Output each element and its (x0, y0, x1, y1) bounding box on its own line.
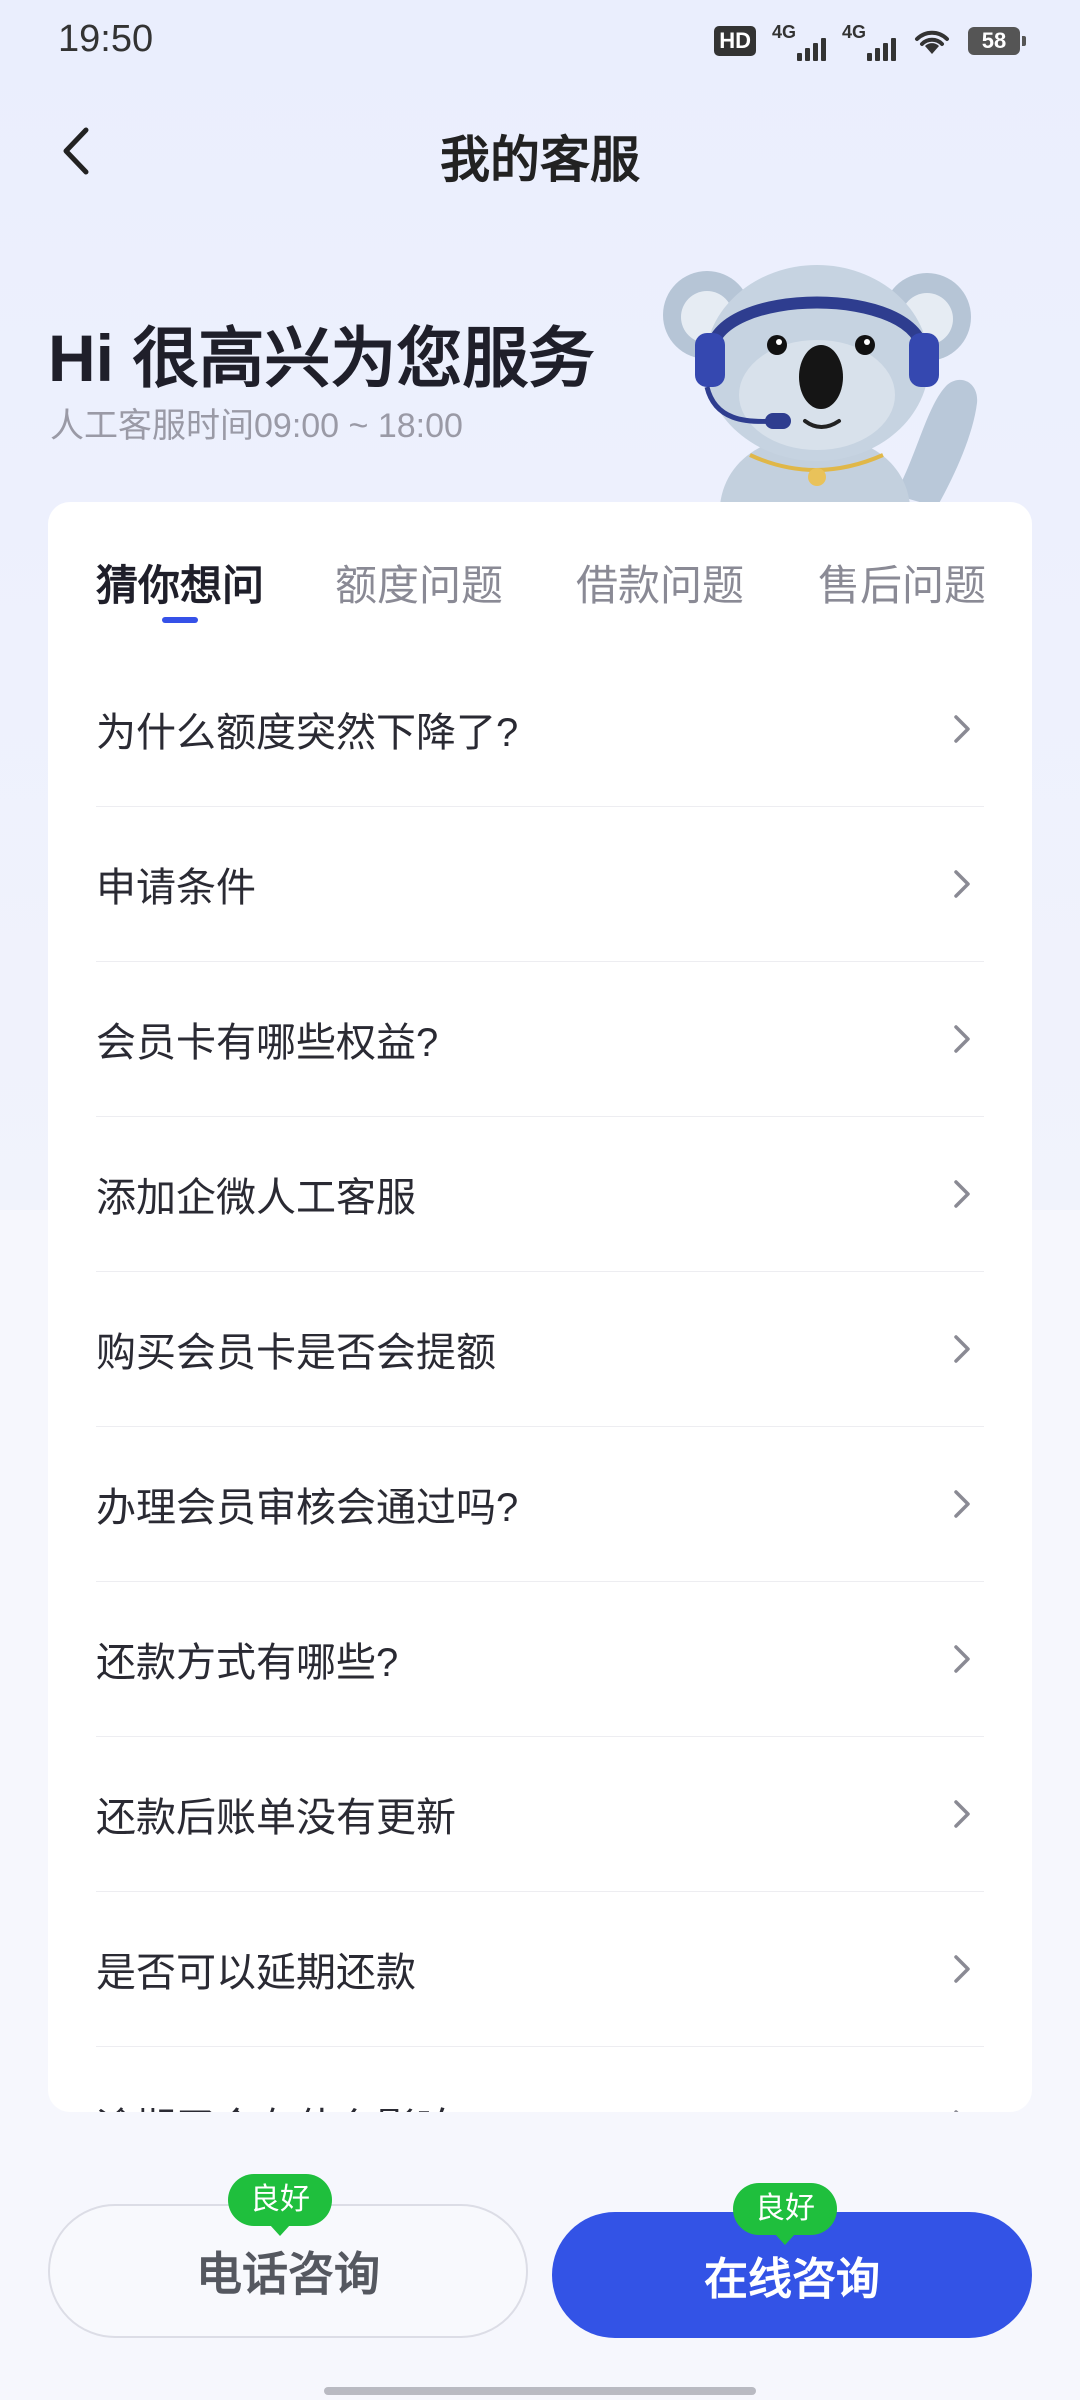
faq-item[interactable]: 添加企微人工客服 (96, 1117, 984, 1272)
active-tab-indicator (162, 617, 198, 623)
faq-question: 会员卡有哪些权益? (96, 1021, 439, 1065)
chevron-right-icon (954, 1955, 970, 1983)
battery-icon: 58 (968, 27, 1026, 55)
faq-item[interactable]: 逾期了会有什么影响 (96, 2047, 984, 2112)
chevron-right-icon (954, 1025, 970, 1053)
faq-question: 逾期了会有什么影响 (96, 2095, 456, 2112)
faq-question: 是否可以延期还款 (96, 1951, 416, 1995)
koala-mascot-illustration (663, 265, 978, 505)
faq-question: 办理会员审核会通过吗? (96, 1486, 519, 1530)
faq-item[interactable]: 是否可以延期还款 (96, 1892, 984, 2047)
faq-list: 为什么额度突然下降了? 申请条件 会员卡有哪些权益? 添加企微人工客服 购买会员… (96, 652, 984, 2112)
faq-item[interactable]: 申请条件 (96, 807, 984, 962)
online-status-badge: 良好 (733, 2183, 837, 2245)
network-type-2: 4G (841, 21, 866, 42)
online-consult-label: 在线咨询 (704, 2255, 880, 2304)
status-time: 19:50 (58, 18, 154, 60)
faq-question: 还款方式有哪些? (96, 1641, 399, 1685)
page-title: 我的客服 (440, 132, 640, 188)
hd-icon: HD (714, 26, 756, 56)
chevron-right-icon (954, 2110, 959, 2112)
faq-item[interactable]: 还款后账单没有更新 (96, 1737, 984, 1892)
faq-question: 申请条件 (96, 866, 256, 910)
tab-credit-limit[interactable]: 额度问题 (335, 552, 503, 613)
chevron-right-icon (954, 1490, 970, 1518)
faq-question: 为什么额度突然下降了? (96, 711, 519, 755)
wifi-icon (915, 30, 949, 54)
faq-item[interactable]: 购买会员卡是否会提额 (96, 1272, 984, 1427)
status-icons: HD 4G 4G 58 (714, 18, 1026, 64)
network-type-1: 4G (771, 21, 796, 42)
faq-item[interactable]: 还款方式有哪些? (96, 1582, 984, 1737)
chevron-right-icon (954, 1645, 970, 1673)
tab-loan[interactable]: 借款问题 (576, 552, 744, 613)
faq-item[interactable]: 办理会员审核会通过吗? (96, 1427, 984, 1582)
chevron-right-icon (954, 1180, 970, 1208)
chevron-right-icon (954, 715, 970, 743)
tab-after-sales[interactable]: 售后问题 (818, 552, 986, 613)
tab-bar: 猜你想问 额度问题 借款问题 售后问题 (48, 502, 1032, 652)
phone-status-badge: 良好 (228, 2174, 332, 2236)
signal-icon-2: 4G (842, 22, 896, 61)
status-bar: 19:50 HD 4G 4G 58 (0, 0, 1080, 84)
signal-icon-1: 4G (772, 22, 826, 61)
tab-guess[interactable]: 猜你想问 (96, 552, 264, 613)
chevron-right-icon (954, 1800, 970, 1828)
chevron-right-icon (954, 870, 970, 898)
faq-item[interactable]: 为什么额度突然下降了? (96, 652, 984, 807)
faq-question: 购买会员卡是否会提额 (96, 1331, 496, 1375)
faq-card: 猜你想问 额度问题 借款问题 售后问题 为什么额度突然下降了? 申请条件 会员卡… (48, 502, 1032, 2112)
service-hours: 人工客服时间09:00 ~ 18:00 (50, 407, 463, 445)
phone-consult-label: 电话咨询 (196, 2248, 380, 2300)
faq-question: 添加企微人工客服 (96, 1176, 416, 1220)
faq-item[interactable]: 会员卡有哪些权益? (96, 962, 984, 1117)
home-indicator[interactable] (324, 2387, 756, 2395)
faq-question: 还款后账单没有更新 (96, 1796, 456, 1840)
greeting-text: Hi 很高兴为您服务 (48, 321, 595, 395)
chevron-right-icon (954, 1335, 970, 1363)
